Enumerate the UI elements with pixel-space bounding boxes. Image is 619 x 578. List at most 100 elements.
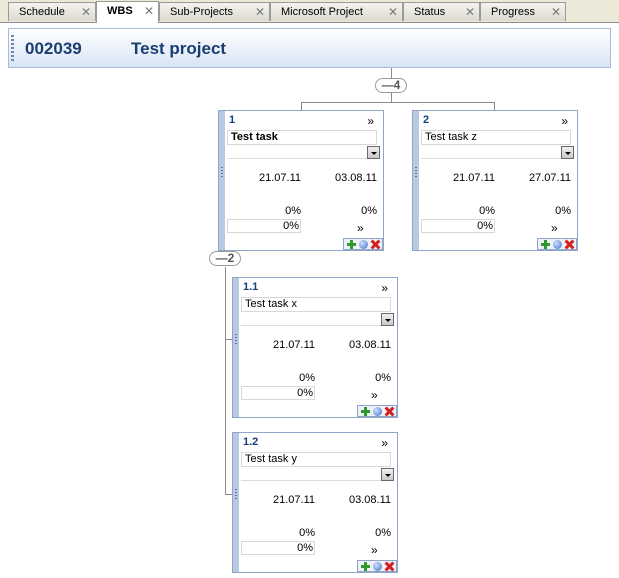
tab-label: Schedule	[19, 6, 65, 18]
delete-icon[interactable]	[385, 562, 394, 571]
percent-value: 0%	[299, 372, 315, 384]
dropdown-arrow-icon[interactable]	[381, 313, 394, 326]
wbs-card-task-1[interactable]: 1 » Test task 21.07.11 03.08.11 0% 0% 0%…	[218, 110, 384, 251]
task-number: 2	[423, 114, 430, 126]
task-number: 1.1	[243, 281, 259, 293]
tab-label: Progress	[491, 6, 536, 18]
project-header: 002039 Test project	[8, 28, 611, 68]
grip-icon[interactable]	[235, 334, 237, 346]
dropdown-field[interactable]	[241, 480, 381, 481]
connector-line	[301, 102, 302, 110]
details-icon[interactable]	[553, 240, 562, 249]
close-tab-icon[interactable]: ✕	[144, 2, 154, 20]
expand-icon[interactable]: »	[367, 114, 374, 128]
collapse-root-toggle[interactable]: —4	[375, 78, 407, 93]
tab-label: Microsoft Project	[281, 6, 363, 18]
tab-status[interactable]: Status ✕	[403, 2, 480, 21]
grip-icon[interactable]	[415, 167, 417, 179]
close-tab-icon[interactable]: ✕	[388, 3, 398, 21]
percent-value: 0%	[375, 527, 391, 539]
details-icon[interactable]	[373, 562, 382, 571]
close-tab-icon[interactable]: ✕	[551, 3, 561, 21]
wbs-card-task-1-1[interactable]: 1.1 » Test task x 21.07.11 03.08.11 0% 0…	[232, 277, 398, 418]
grip-icon[interactable]	[235, 489, 237, 501]
tab-bar: Schedule ✕ WBS ✕ Sub-Projects ✕ Microsof…	[0, 0, 619, 23]
add-icon[interactable]	[361, 562, 370, 571]
add-icon[interactable]	[347, 240, 356, 249]
delete-icon[interactable]	[565, 240, 574, 249]
connector-line	[225, 267, 226, 494]
close-tab-icon[interactable]: ✕	[465, 3, 475, 21]
tab-microsoft-project[interactable]: Microsoft Project ✕	[270, 2, 403, 21]
grip-icon[interactable]	[221, 167, 223, 179]
collapse-task1-toggle[interactable]: —2	[209, 251, 241, 266]
expand-icon[interactable]: »	[551, 221, 558, 235]
wbs-card-task-2[interactable]: 2 » Test task z 21.07.11 27.07.11 0% 0% …	[412, 110, 578, 251]
task-number: 1	[229, 114, 236, 126]
project-id: 002039	[25, 39, 82, 58]
grip-icon[interactable]	[11, 35, 14, 61]
task-number: 1.2	[243, 436, 259, 448]
percent-value: 0%	[479, 205, 495, 217]
percent-value: 0%	[299, 527, 315, 539]
task-name-field[interactable]: Test task y	[241, 452, 391, 467]
details-icon[interactable]	[359, 240, 368, 249]
expand-icon[interactable]: »	[381, 436, 388, 450]
percent-complete-field[interactable]: 0%	[241, 386, 315, 400]
percent-complete-field[interactable]: 0%	[421, 219, 495, 233]
percent-complete-field[interactable]: 0%	[241, 541, 315, 555]
tab-progress[interactable]: Progress ✕	[480, 2, 566, 21]
dropdown-field[interactable]	[421, 158, 561, 159]
percent-value: 0%	[285, 205, 301, 217]
end-date: 03.08.11	[334, 172, 377, 184]
card-strip	[233, 278, 239, 417]
card-actions	[357, 405, 397, 417]
expand-icon[interactable]: »	[371, 543, 378, 557]
card-strip	[219, 111, 225, 250]
start-date: 21.07.11	[272, 494, 315, 506]
tab-sub-projects[interactable]: Sub-Projects ✕	[159, 2, 270, 21]
add-icon[interactable]	[541, 240, 550, 249]
expand-icon[interactable]: »	[381, 281, 388, 295]
delete-icon[interactable]	[385, 407, 394, 416]
tab-label: Sub-Projects	[170, 6, 233, 18]
delete-icon[interactable]	[371, 240, 380, 249]
details-icon[interactable]	[373, 407, 382, 416]
tab-label: Status	[414, 6, 446, 18]
tab-wbs[interactable]: WBS ✕	[96, 1, 159, 23]
wbs-card-task-1-2[interactable]: 1.2 » Test task y 21.07.11 03.08.11 0% 0…	[232, 432, 398, 573]
card-actions	[537, 238, 577, 250]
tab-schedule[interactable]: Schedule ✕	[8, 2, 96, 21]
dropdown-arrow-icon[interactable]	[561, 146, 574, 159]
end-date: 03.08.11	[348, 494, 391, 506]
close-tab-icon[interactable]: ✕	[255, 3, 265, 21]
end-date: 03.08.11	[348, 339, 391, 351]
connector-line	[494, 102, 495, 110]
expand-icon[interactable]: »	[357, 221, 364, 235]
dropdown-arrow-icon[interactable]	[381, 468, 394, 481]
connector-line	[391, 68, 392, 78]
card-actions	[343, 238, 383, 250]
tab-label: WBS	[107, 5, 133, 17]
end-date: 27.07.11	[528, 172, 571, 184]
add-icon[interactable]	[361, 407, 370, 416]
card-strip	[233, 433, 239, 572]
task-name-field[interactable]: Test task x	[241, 297, 391, 312]
dropdown-field[interactable]	[227, 158, 367, 159]
percent-complete-field[interactable]: 0%	[227, 219, 301, 233]
dropdown-field[interactable]	[241, 325, 381, 326]
start-date: 21.07.11	[258, 172, 301, 184]
project-name: Test project	[131, 39, 227, 58]
percent-value: 0%	[361, 205, 377, 217]
task-name-field[interactable]: Test task	[227, 130, 377, 145]
dropdown-arrow-icon[interactable]	[367, 146, 380, 159]
card-strip	[413, 111, 419, 250]
task-name-field[interactable]: Test task z	[421, 130, 571, 145]
percent-value: 0%	[375, 372, 391, 384]
expand-icon[interactable]: »	[371, 388, 378, 402]
card-actions	[357, 560, 397, 572]
close-tab-icon[interactable]: ✕	[81, 3, 91, 21]
percent-value: 0%	[555, 205, 571, 217]
expand-icon[interactable]: »	[561, 114, 568, 128]
start-date: 21.07.11	[452, 172, 495, 184]
